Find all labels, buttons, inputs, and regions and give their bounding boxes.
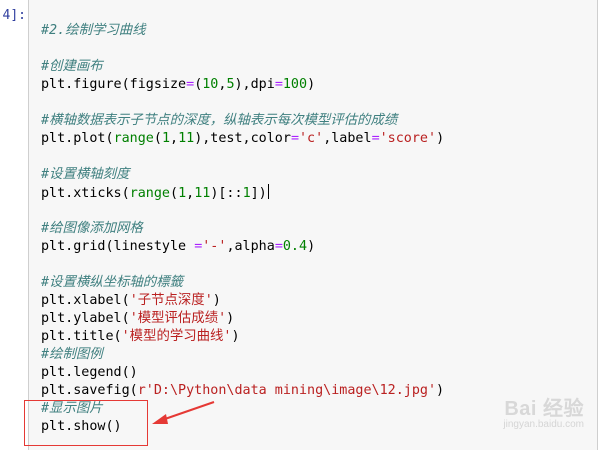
code-token: ) bbox=[307, 239, 316, 254]
code-token: ),test,color bbox=[194, 131, 291, 146]
code-token: plt.grid(linestyle bbox=[41, 239, 195, 254]
highlight-box bbox=[24, 400, 148, 446]
code-line: plt.grid(linestyle ='-',alpha=0.4) bbox=[41, 238, 589, 256]
code-token: ) bbox=[231, 329, 240, 344]
code-token: = bbox=[371, 131, 380, 146]
code-token: '模型评估成绩' bbox=[129, 311, 227, 326]
code-token: plt.xlabel( bbox=[41, 293, 130, 308]
code-token: #绘制图例 bbox=[41, 347, 103, 362]
code-token: plt.figure(figsize bbox=[41, 77, 187, 92]
code-token: #设置横轴刻度 bbox=[41, 167, 130, 182]
code-token: plt.xticks( bbox=[41, 186, 130, 201]
code-token: plt.plot( bbox=[41, 131, 114, 146]
code-token: ) bbox=[436, 383, 445, 398]
code-token: )[:: bbox=[210, 186, 243, 201]
code-token: '模型的学习曲线' bbox=[121, 329, 232, 344]
code-token: , bbox=[186, 186, 195, 201]
code-token: '子节点深度' bbox=[129, 293, 213, 308]
code-token: 100 bbox=[282, 77, 308, 92]
code-token: 1 bbox=[161, 131, 170, 146]
code-token: #横轴数据表示子节点的深度，纵轴表示每次模型评估的成绩 bbox=[41, 113, 398, 128]
code-line: #绘制图例 bbox=[41, 346, 589, 364]
code-editor[interactable]: #2.绘制学习曲线 #创建画布 plt.figure(figsize=(10,5),… bbox=[41, 22, 589, 436]
code-token: ( bbox=[153, 131, 162, 146]
code-token: #设置横纵坐标轴的標籤 bbox=[41, 275, 183, 290]
code-token: 'score' bbox=[379, 131, 437, 146]
code-token: ,label bbox=[323, 131, 372, 146]
code-line: plt.ylabel('模型评估成绩') bbox=[41, 310, 589, 328]
code-token: ( bbox=[170, 186, 179, 201]
code-line: #设置横轴刻度 bbox=[41, 166, 589, 184]
code-token: 0.4 bbox=[282, 239, 308, 254]
code-token: #2.绘制学习曲线 bbox=[41, 23, 146, 38]
code-token: '-' bbox=[202, 239, 227, 254]
code-token: 1 bbox=[242, 186, 251, 201]
code-line: #创建画布 bbox=[41, 58, 589, 76]
code-cell[interactable]: #2.绘制学习曲线 #创建画布 plt.figure(figsize=(10,5),… bbox=[28, 0, 598, 450]
code-token: 'c' bbox=[299, 131, 324, 146]
code-token: plt.legend() bbox=[41, 365, 138, 380]
code-token: = bbox=[186, 77, 195, 92]
code-token: 11 bbox=[194, 186, 211, 201]
watermark-logo: Bai 经验 bbox=[504, 398, 584, 420]
code-line: #横轴数据表示子节点的深度，纵轴表示每次模型评估的成绩 bbox=[41, 112, 589, 130]
code-line: plt.xticks(range(1,11)[::1]) bbox=[41, 184, 589, 202]
cell-prompt: 4]: bbox=[2, 8, 26, 23]
watermark: Bai 经验 jingyan.baidu.com bbox=[503, 392, 584, 430]
code-token: ]) bbox=[250, 186, 267, 201]
code-token: = bbox=[274, 77, 283, 92]
code-token: #创建画布 bbox=[41, 59, 103, 74]
code-token: ),dpi bbox=[234, 77, 275, 92]
code-line: #2.绘制学习曲线 bbox=[41, 22, 589, 40]
code-token: plt.savefig( bbox=[41, 383, 138, 398]
code-token: #给图像添加网格 bbox=[41, 221, 143, 236]
code-token: ) bbox=[212, 293, 221, 308]
code-token: range bbox=[129, 186, 170, 201]
code-token: = bbox=[274, 239, 283, 254]
code-token: 5 bbox=[226, 77, 235, 92]
code-line: plt.plot(range(1,11),test,color='c',labe… bbox=[41, 130, 589, 148]
code-line: #给图像添加网格 bbox=[41, 220, 589, 238]
code-token: ) bbox=[307, 77, 316, 92]
code-line: plt.figure(figsize=(10,5),dpi=100) bbox=[41, 76, 589, 94]
text-cursor bbox=[267, 184, 269, 199]
red-arrow-icon bbox=[152, 401, 215, 424]
code-token: ) bbox=[436, 131, 445, 146]
code-token: = bbox=[290, 131, 299, 146]
code-line: plt.legend() bbox=[41, 364, 589, 382]
code-token: plt.ylabel( bbox=[41, 311, 130, 326]
code-token: plt.title( bbox=[41, 329, 122, 344]
code-token: ) bbox=[226, 311, 235, 326]
code-line: #设置横纵坐标轴的標籤 bbox=[41, 274, 589, 292]
watermark-url: jingyan.baidu.com bbox=[503, 419, 584, 430]
code-token: 10 bbox=[202, 77, 219, 92]
code-token: 11 bbox=[178, 131, 195, 146]
code-token: , bbox=[170, 131, 179, 146]
code-line: plt.xlabel('子节点深度') bbox=[41, 292, 589, 310]
code-token: range bbox=[113, 131, 154, 146]
code-line: plt.title('模型的学习曲线') bbox=[41, 328, 589, 346]
code-token: ,alpha bbox=[226, 239, 275, 254]
code-token: 1 bbox=[178, 186, 187, 201]
